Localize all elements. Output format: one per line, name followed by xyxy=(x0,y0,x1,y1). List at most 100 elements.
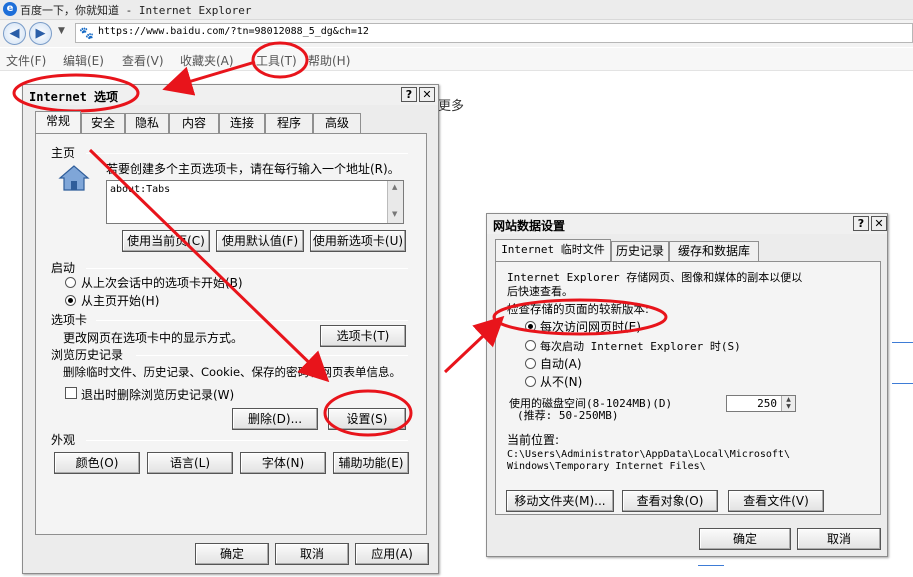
forward-button[interactable]: ▶ xyxy=(29,22,52,45)
every-visit-label[interactable]: 每次访问网页时(E) xyxy=(540,318,641,335)
back-button[interactable]: ◀ xyxy=(3,22,26,45)
every-start-label[interactable]: 每次启动 Internet Explorer 时(S) xyxy=(540,338,741,354)
page-divider xyxy=(892,383,913,384)
cancel-button[interactable]: 取消 xyxy=(275,543,349,565)
help-icon[interactable]: ? xyxy=(401,87,417,102)
page-divider xyxy=(698,565,724,566)
menu-bar: 文件(F) 编辑(E) 查看(V) 收藏夹(A) 工具(T) 帮助(H) xyxy=(0,48,913,71)
fonts-button[interactable]: 字体(N) xyxy=(240,452,326,474)
startup-home-page-radio[interactable] xyxy=(65,295,76,306)
history-dropdown-icon[interactable]: ▼ xyxy=(58,26,65,36)
menu-file[interactable]: 文件(F) xyxy=(6,52,46,69)
startup-home-page-label[interactable]: 从主页开始(H) xyxy=(81,292,159,309)
history-description: 删除临时文件、历史记录、Cookie、保存的密码和网页表单信息。 xyxy=(63,365,402,379)
home-page-textarea[interactable]: about:Tabs ▲ ▼ xyxy=(106,180,404,224)
automatic-radio[interactable] xyxy=(525,358,536,369)
delete-history-button[interactable]: 删除(D)... xyxy=(232,408,318,430)
tabs-button[interactable]: 选项卡(T) xyxy=(320,325,406,347)
browser-title-bar: e 百度一下，你就知道 - Internet Explorer xyxy=(0,0,913,20)
home-page-value: about:Tabs xyxy=(110,184,171,195)
close-icon[interactable]: ✕ xyxy=(419,87,435,102)
dialog-title: 网站数据设置 xyxy=(493,219,566,233)
startup-last-session-label[interactable]: 从上次会话中的选项卡开始(B) xyxy=(81,274,243,291)
move-folder-button[interactable]: 移动文件夹(M)... xyxy=(506,490,614,512)
house-icon xyxy=(58,164,90,192)
delete-on-exit-checkbox[interactable] xyxy=(65,387,77,399)
languages-button[interactable]: 语言(L) xyxy=(147,452,233,474)
ie-logo-icon: e xyxy=(3,2,17,16)
close-icon[interactable]: ✕ xyxy=(871,216,887,231)
general-tab-panel: 主页 若要创建多个主页选项卡，请在每行输入一个地址(R)。 about:Tabs… xyxy=(35,133,427,535)
disk-space-spinner[interactable]: 250 ▲ ▼ xyxy=(726,395,796,412)
separator xyxy=(86,153,408,154)
check-versions-label: 检查存储的页面的较新版本: xyxy=(507,302,649,316)
tab-privacy[interactable]: 隐私 xyxy=(125,113,169,133)
scroll-down-icon[interactable]: ▼ xyxy=(392,210,397,218)
view-objects-button[interactable]: 查看对象(O) xyxy=(622,490,718,512)
separator xyxy=(96,320,408,321)
spinner-arrows-icon[interactable]: ▲ ▼ xyxy=(781,396,795,411)
colors-button[interactable]: 颜色(O) xyxy=(54,452,140,474)
history-group-label: 浏览历史记录 xyxy=(51,348,124,362)
accessibility-button[interactable]: 辅助功能(E) xyxy=(333,452,409,474)
tab-content[interactable]: 内容 xyxy=(169,113,219,133)
use-new-tab-button[interactable]: 使用新选项卡(U) xyxy=(310,230,406,252)
tabs-group-label: 选项卡 xyxy=(51,313,88,327)
tabs-description: 更改网页在选项卡中的显示方式。 xyxy=(63,331,244,345)
home-page-hint: 若要创建多个主页选项卡，请在每行输入一个地址(R)。 xyxy=(106,162,400,176)
never-radio[interactable] xyxy=(525,376,536,387)
startup-group-label: 启动 xyxy=(51,261,76,275)
cancel-button[interactable]: 取消 xyxy=(797,528,881,550)
history-settings-button[interactable]: 设置(S) xyxy=(328,408,406,430)
home-page-group-label: 主页 xyxy=(51,146,76,160)
help-icon[interactable]: ? xyxy=(853,216,869,231)
separator xyxy=(86,268,408,269)
separator xyxy=(136,355,408,356)
tab-cache-db[interactable]: 缓存和数据库 xyxy=(669,241,759,261)
menu-help[interactable]: 帮助(H) xyxy=(308,52,350,69)
location-path-line1: C:\Users\Administrator\AppData\Local\Mic… xyxy=(507,449,790,460)
internet-options-title-bar: Internet 选项 ? ✕ xyxy=(23,85,438,105)
website-data-dialog: 网站数据设置 ? ✕ Internet 临时文件 历史记录 缓存和数据库 Int… xyxy=(486,213,888,557)
apply-button[interactable]: 应用(A) xyxy=(355,543,429,565)
use-default-button[interactable]: 使用默认值(F) xyxy=(216,230,304,252)
menu-edit[interactable]: 编辑(E) xyxy=(63,52,104,69)
every-start-radio[interactable] xyxy=(525,340,536,351)
disk-space-value: 250 xyxy=(757,397,777,410)
every-visit-radio[interactable] xyxy=(525,321,536,332)
ok-button[interactable]: 确定 xyxy=(195,543,269,565)
startup-last-session-radio[interactable] xyxy=(65,277,76,288)
baidu-favicon-icon: 🐾 xyxy=(79,26,94,40)
tab-advanced[interactable]: 高级 xyxy=(313,113,361,133)
tab-security[interactable]: 安全 xyxy=(81,113,125,133)
use-current-button[interactable]: 使用当前页(C) xyxy=(122,230,210,252)
tab-general[interactable]: 常规 xyxy=(35,111,81,133)
location-path-line2: Windows\Temporary Internet Files\ xyxy=(507,461,706,472)
automatic-label[interactable]: 自动(A) xyxy=(540,355,582,372)
view-files-button[interactable]: 查看文件(V) xyxy=(728,490,824,512)
tab-connections[interactable]: 连接 xyxy=(219,113,265,133)
disk-space-hint: (推荐: 50-250MB) xyxy=(517,409,619,422)
delete-on-exit-label[interactable]: 退出时删除浏览历史记录(W) xyxy=(81,386,234,403)
ok-button[interactable]: 确定 xyxy=(699,528,791,550)
dialog-title: Internet 选项 xyxy=(29,90,119,104)
internet-options-dialog: Internet 选项 ? ✕ 常规 安全 隐私 内容 连接 程序 高级 主页 … xyxy=(22,84,439,574)
appearance-group-label: 外观 xyxy=(51,433,76,447)
browser-title: 百度一下，你就知道 - Internet Explorer xyxy=(20,4,252,17)
never-label[interactable]: 从不(N) xyxy=(540,373,582,390)
temp-files-panel: Internet Explorer 存储网页、图像和媒体的副本以便以后快速查看。… xyxy=(495,261,881,515)
tab-temp-files[interactable]: Internet 临时文件 xyxy=(495,239,611,261)
scroll-up-icon[interactable]: ▲ xyxy=(392,183,397,191)
page-more-link[interactable]: 更多 xyxy=(438,95,464,114)
menu-tools[interactable]: 工具(T) xyxy=(256,52,297,69)
menu-view[interactable]: 查看(V) xyxy=(122,52,164,69)
page-divider xyxy=(892,342,913,343)
tab-history[interactable]: 历史记录 xyxy=(611,241,669,261)
tab-strip: Internet 临时文件 历史记录 缓存和数据库 xyxy=(495,239,875,263)
menu-favorites[interactable]: 收藏夹(A) xyxy=(180,52,234,69)
address-bar[interactable]: 🐾 https://www.baidu.com/?tn=98012088_5_d… xyxy=(75,23,913,43)
scrollbar[interactable]: ▲ ▼ xyxy=(387,181,403,223)
address-url: https://www.baidu.com/?tn=98012088_5_dg&… xyxy=(98,26,369,37)
temp-files-description: Internet Explorer 存储网页、图像和媒体的副本以便以后快速查看。 xyxy=(507,271,803,298)
tab-programs[interactable]: 程序 xyxy=(265,113,313,133)
